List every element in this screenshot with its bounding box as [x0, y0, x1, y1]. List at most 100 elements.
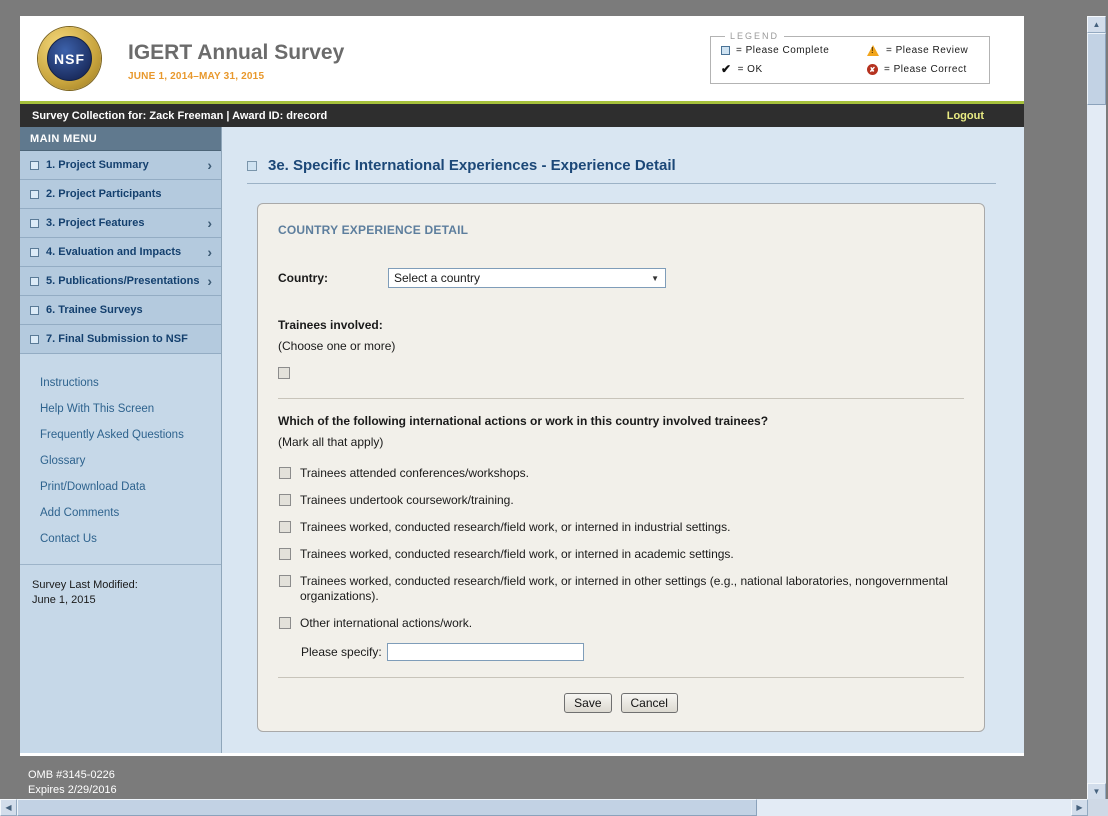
sidebar-link-instructions[interactable]: Instructions — [40, 370, 221, 396]
desktop-background: NSF IGERT Annual Survey JUNE 1, 2014–MAY… — [0, 0, 1108, 816]
status-checkbox-icon — [30, 306, 39, 315]
please-specify-input[interactable] — [387, 643, 584, 661]
logout-link[interactable]: Logout — [947, 110, 984, 122]
action-options: Trainees attended conferences/workshops.… — [278, 466, 964, 661]
legend-text: = OK — [738, 64, 763, 75]
panel-divider — [278, 677, 964, 678]
panel-divider — [278, 398, 964, 399]
nsf-logo-text: NSF — [47, 36, 92, 81]
omb-number: OMB #3145-0226 — [28, 768, 117, 783]
sidebar-link-glossary[interactable]: Glossary — [40, 448, 221, 474]
last-modified-label: Survey Last Modified: — [32, 578, 221, 593]
scroll-left-button[interactable]: ◀ — [0, 799, 17, 816]
vertical-scroll-thumb[interactable] — [1087, 33, 1106, 105]
option-label: Trainees undertook coursework/training. — [300, 493, 514, 508]
sidebar-link-faq[interactable]: Frequently Asked Questions — [40, 422, 221, 448]
status-checkbox-icon — [30, 248, 39, 257]
option-checkbox-other-settings[interactable] — [279, 575, 291, 587]
sidebar-item-publications-presentations[interactable]: 5. Publications/Presentations › — [20, 267, 221, 296]
trainees-involved-block: Trainees involved: (Choose one or more) — [278, 318, 964, 382]
option-checkbox-coursework[interactable] — [279, 494, 291, 506]
scroll-down-button[interactable]: ▼ — [1087, 783, 1106, 800]
option-row-other-settings: Trainees worked, conducted research/fiel… — [278, 574, 964, 604]
option-label: Other international actions/work. — [300, 616, 472, 631]
cancel-button[interactable]: Cancel — [621, 693, 678, 713]
sidebar-item-label: 5. Publications/Presentations — [46, 275, 207, 287]
sidebar-item-project-participants[interactable]: 2. Project Participants — [20, 180, 221, 209]
country-experience-panel: COUNTRY EXPERIENCE DETAIL Country: Selec… — [257, 203, 985, 732]
nsf-logo: NSF — [38, 27, 101, 90]
main-content: 3e. Specific International Experiences -… — [222, 127, 1024, 753]
sidebar-item-label: 7. Final Submission to NSF — [46, 333, 212, 345]
actions-question-hint: (Mark all that apply) — [278, 435, 964, 449]
sidebar-link-contact-us[interactable]: Contact Us — [40, 526, 221, 552]
option-row-other-actions: Other international actions/work. — [278, 616, 964, 631]
please-specify-label: Please specify: — [301, 645, 382, 659]
submenu-arrow-icon: › — [207, 274, 212, 288]
option-row-coursework: Trainees undertook coursework/training. — [278, 493, 964, 508]
status-checkbox-icon — [30, 335, 39, 344]
sidebar-item-label: 1. Project Summary — [46, 159, 207, 171]
sidebar-link-add-comments[interactable]: Add Comments — [40, 500, 221, 526]
sidebar-item-label: 2. Project Participants — [46, 188, 212, 200]
page-title-row: 3e. Specific International Experiences -… — [247, 157, 1024, 174]
scroll-up-arrow-icon: ▲ — [1093, 20, 1101, 29]
option-checkbox-industrial[interactable] — [279, 521, 291, 533]
legend-text: = Please Complete — [736, 45, 829, 56]
horizontal-scroll-track[interactable] — [17, 799, 1071, 816]
content-row: MAIN MENU 1. Project Summary › 2. Projec… — [20, 127, 1024, 753]
save-button[interactable]: Save — [564, 693, 611, 713]
option-checkbox-academic[interactable] — [279, 548, 291, 560]
sidebar-item-label: 4. Evaluation and Impacts — [46, 246, 207, 258]
title-divider — [247, 183, 996, 184]
footer-text: OMB #3145-0226 Expires 2/29/2016 — [28, 768, 117, 798]
sidebar-link-print-download[interactable]: Print/Download Data — [40, 474, 221, 500]
status-checkbox-icon — [30, 277, 39, 286]
scroll-right-button[interactable]: ▶ — [1071, 799, 1088, 816]
country-field-row: Country: Select a country ▼ — [278, 268, 964, 288]
scrollbar-corner — [1088, 799, 1108, 816]
legend-label: LEGEND — [725, 31, 784, 41]
country-label: Country: — [278, 271, 388, 285]
survey-collection-text: Survey Collection for: Zack Freeman | Aw… — [32, 110, 327, 122]
title-block: IGERT Annual Survey JUNE 1, 2014–MAY 31,… — [128, 41, 344, 82]
omb-expires: Expires 2/29/2016 — [28, 783, 117, 798]
sidebar-item-trainee-surveys[interactable]: 6. Trainee Surveys — [20, 296, 221, 325]
option-label: Trainees worked, conducted research/fiel… — [300, 574, 964, 604]
scroll-down-arrow-icon: ▼ — [1093, 787, 1101, 796]
submenu-arrow-icon: › — [207, 245, 212, 259]
vertical-scrollbar[interactable]: ▲ ▼ — [1087, 16, 1106, 800]
legend-text: = Please Review — [886, 45, 968, 56]
sidebar-item-evaluation-impacts[interactable]: 4. Evaluation and Impacts › — [20, 238, 221, 267]
sidebar-item-label: 6. Trainee Surveys — [46, 304, 212, 316]
sidebar-links: Instructions Help With This Screen Frequ… — [20, 354, 221, 552]
legend-text: = Please Correct — [884, 64, 967, 75]
vertical-scroll-track[interactable] — [1087, 33, 1106, 783]
option-checkbox-other-actions[interactable] — [279, 617, 291, 629]
sidebar-link-help[interactable]: Help With This Screen — [40, 396, 221, 422]
option-row-industrial: Trainees worked, conducted research/fiel… — [278, 520, 964, 535]
app-title: IGERT Annual Survey — [128, 41, 344, 65]
page-title: 3e. Specific International Experiences -… — [268, 157, 676, 174]
horizontal-scrollbar[interactable]: ◀ ▶ — [0, 799, 1088, 816]
check-icon: ✔ — [721, 64, 732, 75]
option-label: Trainees worked, conducted research/fiel… — [300, 547, 734, 562]
scroll-right-arrow-icon: ▶ — [1076, 803, 1082, 812]
country-select[interactable]: Select a country ▼ — [388, 268, 666, 288]
last-modified-block: Survey Last Modified: June 1, 2015 — [20, 578, 221, 608]
panel-heading: COUNTRY EXPERIENCE DETAIL — [278, 223, 964, 237]
warning-icon — [867, 45, 879, 56]
sidebar-item-project-summary[interactable]: 1. Project Summary › — [20, 151, 221, 180]
scroll-up-button[interactable]: ▲ — [1087, 16, 1106, 33]
horizontal-scroll-thumb[interactable] — [17, 799, 757, 816]
header: NSF IGERT Annual Survey JUNE 1, 2014–MAY… — [20, 16, 1024, 101]
status-checkbox-icon — [30, 190, 39, 199]
option-checkbox-conferences[interactable] — [279, 467, 291, 479]
last-modified-date: June 1, 2015 — [32, 593, 221, 608]
please-specify-row: Please specify: — [301, 643, 964, 661]
status-checkbox-icon — [30, 219, 39, 228]
trainee-checkbox[interactable] — [278, 367, 290, 379]
sidebar-item-final-submission[interactable]: 7. Final Submission to NSF — [20, 325, 221, 354]
status-checkbox-icon — [30, 161, 39, 170]
sidebar-item-project-features[interactable]: 3. Project Features › — [20, 209, 221, 238]
